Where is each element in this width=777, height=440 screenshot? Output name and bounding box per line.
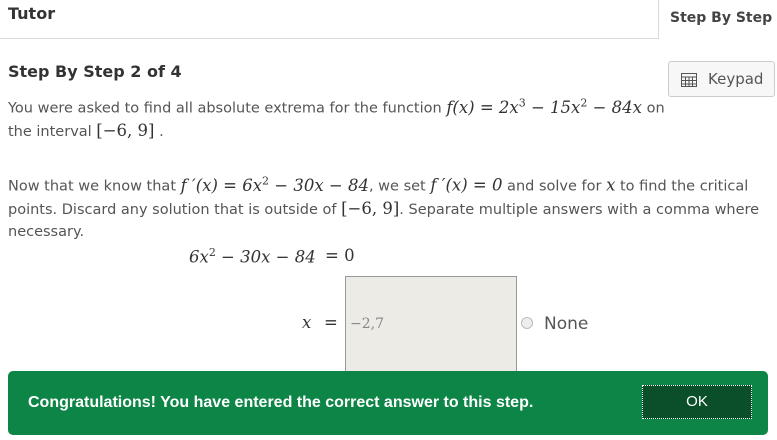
keypad-button[interactable]: Keypad bbox=[668, 61, 775, 97]
feedback-message: Congratulations! You have entered the co… bbox=[28, 394, 534, 411]
keypad-label: Keypad bbox=[708, 70, 764, 88]
variable-x: x bbox=[606, 175, 616, 195]
tab-label: Step By Step bbox=[670, 10, 773, 26]
app-title: Tutor bbox=[8, 4, 56, 23]
answer-box[interactable] bbox=[345, 276, 517, 372]
feedback-banner: Congratulations! You have entered the co… bbox=[8, 371, 768, 435]
intro-text: You were asked to find all absolute extr… bbox=[8, 96, 665, 140]
top-bar: Tutor Step By Step bbox=[0, 0, 777, 39]
none-radio[interactable] bbox=[521, 317, 533, 329]
answer-variable: x bbox=[302, 313, 312, 332]
keypad-icon bbox=[681, 72, 697, 91]
step-title: Step By Step 2 of 4 bbox=[8, 62, 182, 81]
interval-expression: [−6, 9] bbox=[96, 120, 155, 140]
answer-input[interactable] bbox=[350, 313, 510, 335]
instruction-text: Now that we know that f ′(x) = 6x2 − 30x… bbox=[8, 174, 760, 240]
answer-equals: = bbox=[324, 313, 338, 332]
none-label[interactable]: None bbox=[544, 314, 588, 334]
function-expression: f(x) = 2x3 − 15x2 − 84x bbox=[446, 96, 642, 117]
intro-pre: You were asked to find all absolute extr… bbox=[8, 100, 442, 117]
ok-button[interactable]: OK bbox=[642, 385, 752, 419]
tab-step-by-step[interactable]: Step By Step bbox=[658, 0, 777, 39]
equation-lhs: 6x2 − 30x − 84 bbox=[189, 246, 316, 267]
equation-rhs: = 0 bbox=[325, 246, 355, 265]
derivative-expression: f ′(x) = 6x2 − 30x − 84 bbox=[180, 174, 369, 195]
set-equation: f ′(x) = 0 bbox=[430, 175, 503, 195]
interval-expression-2: [−6, 9] bbox=[341, 198, 400, 218]
